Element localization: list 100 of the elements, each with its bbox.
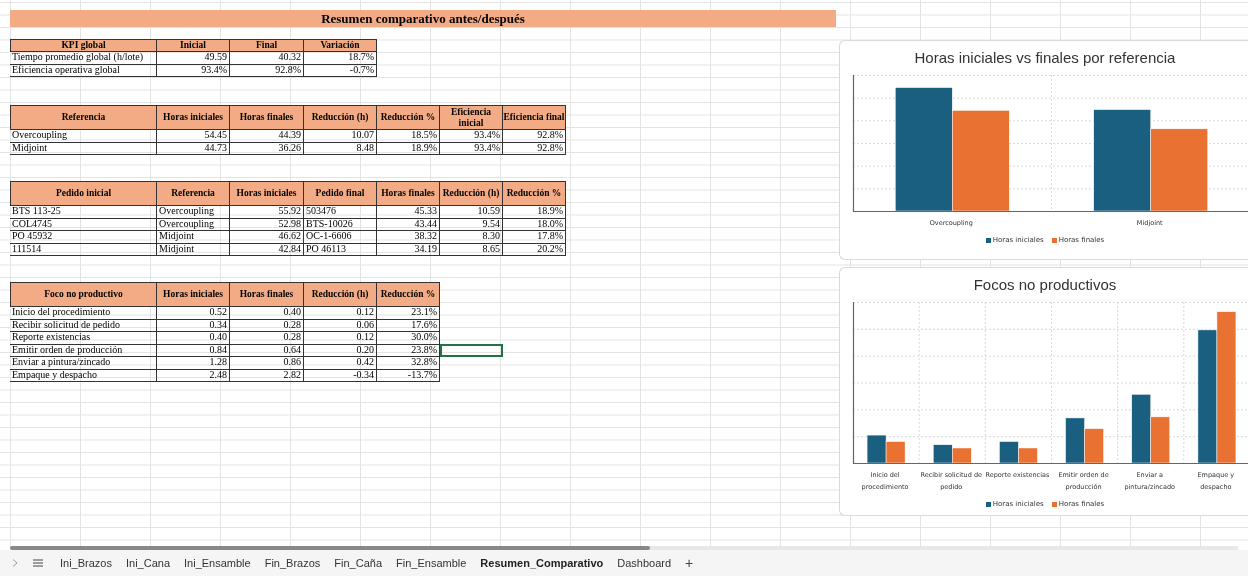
sheet-tab[interactable]: Ini_Cana xyxy=(119,554,178,572)
chart-title: Focos no productivos xyxy=(972,275,1118,295)
table-cell: 43.44 xyxy=(377,217,440,231)
table-cell: Midjoint xyxy=(157,242,230,256)
chart-title: Horas iniciales vs finales por referencia xyxy=(913,48,1177,68)
table-cell: COL4745 xyxy=(10,217,157,231)
table-cell: 17.8% xyxy=(503,230,566,244)
table-cell: PO 46113 xyxy=(304,242,377,256)
table-cell: 10.07 xyxy=(304,129,377,143)
chart-bar xyxy=(1018,447,1038,464)
table-cell: -0.34 xyxy=(304,368,377,382)
table-cell: BTS 113-25 xyxy=(10,205,157,219)
table-cell: 46.62 xyxy=(230,230,304,244)
column-header: Pedido final xyxy=(304,181,377,206)
table-cell: Tiempo promedio global (h/lote) xyxy=(10,51,157,65)
active-cell[interactable] xyxy=(440,343,503,357)
chart-bar xyxy=(885,441,906,464)
sheet-tab[interactable]: Fin_Brazos xyxy=(257,554,328,572)
column-header: Horas finales xyxy=(230,105,304,130)
table-cell: 0.12 xyxy=(304,331,377,345)
sheet-tab[interactable]: Fin_Ensamble xyxy=(389,554,474,572)
chart-bar xyxy=(999,441,1019,464)
table-cell: 0.64 xyxy=(230,343,304,357)
table-cell: Overcoupling xyxy=(10,129,157,143)
table-cell: 34.19 xyxy=(377,242,440,256)
chart-bar xyxy=(866,434,887,464)
column-header: Horas iniciales xyxy=(157,105,230,130)
column-header: Horas iniciales xyxy=(157,282,230,307)
table-cell: 0.34 xyxy=(157,318,230,332)
column-header: Foco no productivo xyxy=(10,282,157,307)
table-cell: 111514 xyxy=(10,242,157,256)
table-cell: 55.92 xyxy=(230,205,304,219)
table-cell: 38.32 xyxy=(377,230,440,244)
table-cell: Enviar a pintura/zincado xyxy=(10,356,157,370)
sheet-tab[interactable]: Resumen_Comparativo xyxy=(473,554,611,572)
table-cell: 18.7% xyxy=(304,51,377,65)
column-header: Horas finales xyxy=(230,282,304,307)
table-cell: 0.12 xyxy=(304,306,377,320)
table-cell: 0.40 xyxy=(157,331,230,345)
table-cell: BTS-10026 xyxy=(304,217,377,231)
column-header: Reducción (h) xyxy=(304,282,377,307)
table-cell: OC-1-6606 xyxy=(304,230,377,244)
table-cell: 8.65 xyxy=(440,242,503,256)
table-cell: 18.9% xyxy=(377,141,440,155)
chevron-right-icon[interactable] xyxy=(12,559,18,567)
table-cell: 23.1% xyxy=(377,306,440,320)
table-cell: Inicio del procedimiento xyxy=(10,306,157,320)
column-header: Reducción % xyxy=(377,105,440,130)
horizontal-scrollbar[interactable] xyxy=(10,546,650,550)
column-header: Reducción (h) xyxy=(440,181,503,206)
table-cell: 32.8% xyxy=(377,356,440,370)
table-cell: Overcoupling xyxy=(157,217,230,231)
sheet-title: Resumen comparativo antes/después xyxy=(10,10,836,27)
table-cell: 0.28 xyxy=(230,318,304,332)
table-cell: Reporte existencias xyxy=(10,331,157,345)
table-cell: Emitir orden de producción xyxy=(10,343,157,357)
table-cell: Overcoupling xyxy=(157,205,230,219)
sheet-tab[interactable]: Ini_Ensamble xyxy=(177,554,258,572)
table-cell: Midjoint xyxy=(157,230,230,244)
table-cell: 17.6% xyxy=(377,318,440,332)
table-cell: 52.98 xyxy=(230,217,304,231)
table-cell: 0.20 xyxy=(304,343,377,357)
chart-bar xyxy=(1084,428,1104,464)
table-cell: 0.42 xyxy=(304,356,377,370)
table-cell: 93.4% xyxy=(440,141,503,155)
table-cell: 42.84 xyxy=(230,242,304,256)
column-header: Reducción % xyxy=(377,282,440,307)
column-header: Reducción % xyxy=(503,181,566,206)
column-header: Referencia xyxy=(10,105,157,130)
table-cell: 20.2% xyxy=(503,242,566,256)
column-header: Horas finales xyxy=(377,181,440,206)
table-cell: 0.28 xyxy=(230,331,304,345)
table-cell: -13.7% xyxy=(377,368,440,382)
menu-icon[interactable] xyxy=(33,559,43,567)
table-cell: Midjoint xyxy=(10,141,157,155)
chart-bar xyxy=(1065,417,1085,464)
column-header: Final xyxy=(230,39,304,52)
table-cell: 8.30 xyxy=(440,230,503,244)
add-sheet-button[interactable]: + xyxy=(678,552,701,574)
table-cell: Empaque y despacho xyxy=(10,368,157,382)
sheet-tab[interactable]: Dashboard xyxy=(610,554,679,572)
column-header: Referencia xyxy=(157,181,230,206)
table-cell: 45.33 xyxy=(377,205,440,219)
table-cell: 0.84 xyxy=(157,343,230,357)
table-cell: 0.86 xyxy=(230,356,304,370)
table-cell: 44.39 xyxy=(230,129,304,143)
table-cell: 0.40 xyxy=(230,306,304,320)
table-cell: 18.5% xyxy=(377,129,440,143)
table-cell: 18.9% xyxy=(503,205,566,219)
table-cell: 0.52 xyxy=(157,306,230,320)
table-cell: 92.8% xyxy=(503,141,566,155)
table-cell: 18.0% xyxy=(503,217,566,231)
table-cell: 8.48 xyxy=(304,141,377,155)
table-cell: 23.8% xyxy=(377,343,440,357)
table-cell: 9.54 xyxy=(440,217,503,231)
table-cell: 49.59 xyxy=(157,51,230,65)
column-header: Inicial xyxy=(157,39,230,52)
sheet-tab[interactable]: Ini_Brazos xyxy=(53,554,119,572)
table-cell: 36.26 xyxy=(230,141,304,155)
sheet-tab[interactable]: Fin_Caña xyxy=(327,554,390,572)
